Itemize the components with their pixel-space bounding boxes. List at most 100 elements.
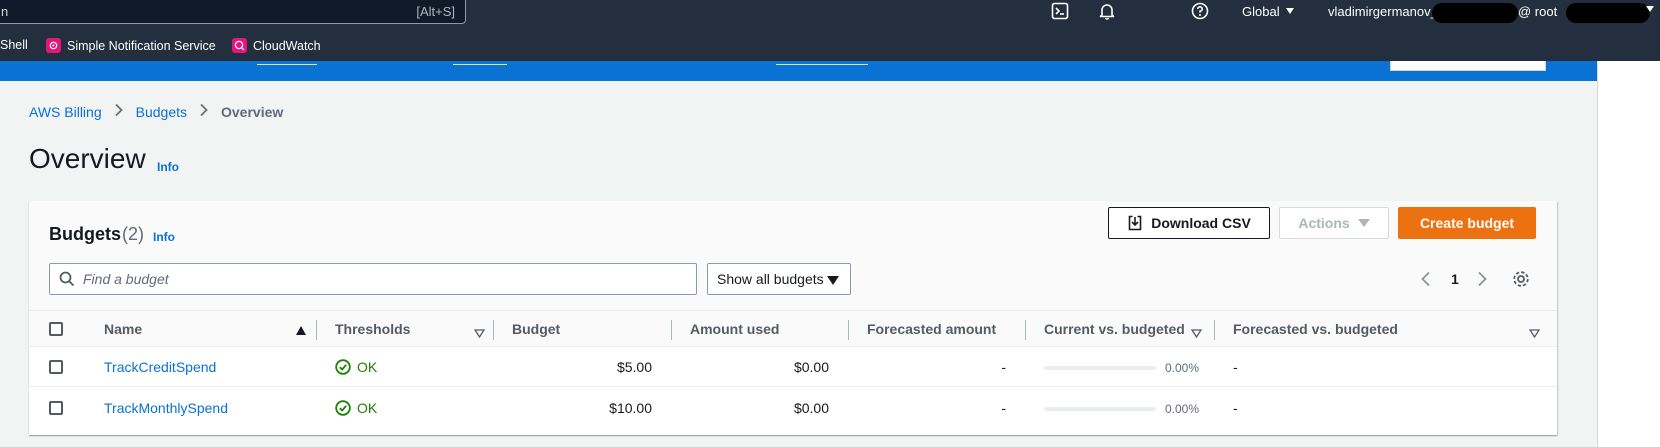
favorite-item-label: CloudWatch <box>253 38 321 53</box>
current-vs-budgeted-progress <box>1044 366 1156 370</box>
info-banner <box>0 61 1597 81</box>
forecasted-vs-budgeted: - <box>1233 359 1238 375</box>
sns-icon <box>46 38 61 53</box>
region-selector[interactable]: Global <box>1242 4 1294 19</box>
select-all-checkbox[interactable] <box>49 322 63 336</box>
help-icon[interactable] <box>1190 1 1212 23</box>
budget-filter-value: Show all budgets <box>717 271 824 287</box>
redacted-block <box>1432 3 1518 23</box>
row-checkbox[interactable] <box>49 360 63 374</box>
chevron-right-icon <box>199 103 209 120</box>
actions-label: Actions <box>1298 215 1350 231</box>
budgets-info-link[interactable]: Info <box>153 230 175 244</box>
column-header-forecasted-amount[interactable]: Forecasted amount <box>867 321 996 337</box>
download-icon <box>1127 215 1143 231</box>
budgets-table-container: Budgets (2) Info Download CSV Actions Cr… <box>29 201 1557 435</box>
column-header-amount-used[interactable]: Amount used <box>690 321 779 337</box>
column-divider[interactable] <box>493 320 494 340</box>
sort-ascending-icon[interactable] <box>296 326 306 335</box>
column-header-name[interactable]: Name <box>104 321 142 337</box>
budget-search-field[interactable] <box>49 263 697 295</box>
favorite-item-sns[interactable]: Simple Notification Service <box>46 38 216 53</box>
budget-search-input[interactable] <box>83 265 683 293</box>
column-divider[interactable] <box>1025 320 1026 340</box>
threshold-status-label: OK <box>357 359 378 375</box>
sort-toggle-icon[interactable] <box>1528 325 1541 341</box>
favorites-bar: Shell Simple Notification Service CloudW… <box>0 32 1660 61</box>
status-ok-icon <box>335 359 351 375</box>
favorite-item-cloudwatch[interactable]: CloudWatch <box>232 38 321 53</box>
budget-amount: $10.00 <box>609 400 652 416</box>
caret-down-icon <box>1357 219 1370 227</box>
budget-amount: $5.00 <box>616 359 652 375</box>
next-page-icon[interactable] <box>1475 271 1489 287</box>
threshold-status-label: OK <box>357 400 378 416</box>
sort-toggle-icon[interactable] <box>1190 325 1203 341</box>
threshold-status: OK <box>335 359 377 375</box>
search-text: n <box>1 4 9 19</box>
current-vs-budgeted-percent: 0.00% <box>1165 361 1200 375</box>
caret-down-icon <box>1285 8 1294 14</box>
banner-button[interactable] <box>1390 61 1546 71</box>
create-budget-label: Create budget <box>1419 215 1515 231</box>
current-vs-budgeted-percent: 0.00% <box>1165 402 1200 416</box>
download-csv-label: Download CSV <box>1151 215 1251 231</box>
notifications-bell-icon[interactable] <box>1097 1 1119 23</box>
breadcrumb: AWS Billing Budgets Overview <box>29 103 283 120</box>
cloudshell-icon[interactable] <box>1050 1 1072 23</box>
breadcrumb-current: Overview <box>221 103 284 120</box>
previous-page-icon[interactable] <box>1419 271 1433 287</box>
chevron-right-icon <box>114 103 124 120</box>
gear-icon[interactable] <box>1512 270 1530 291</box>
sort-toggle-icon[interactable] <box>473 325 486 341</box>
region-label: Global <box>1242 4 1280 19</box>
forecasted-amount: - <box>1001 359 1006 375</box>
table-header: Name Thresholds Budget Amount used Forec… <box>29 311 1557 347</box>
right-panel-gutter <box>1597 61 1660 447</box>
table-row: TrackMonthlySpend OK $10.00 $0.00 - 0.00… <box>29 388 1557 428</box>
caret-down-icon <box>827 276 839 285</box>
page-number[interactable]: 1 <box>1451 271 1459 287</box>
budget-name-link[interactable]: TrackCreditSpend <box>104 359 216 375</box>
column-header-budget[interactable]: Budget <box>512 321 560 337</box>
favorite-item-label: Simple Notification Service <box>67 38 216 53</box>
account-menu-caret-icon[interactable] <box>1646 2 1654 17</box>
page-title: Overview <box>29 143 146 174</box>
breadcrumb-budgets[interactable]: Budgets <box>136 104 187 120</box>
account-prefix[interactable]: @ root <box>1518 4 1557 19</box>
banner-link[interactable] <box>453 64 507 65</box>
budget-filter-select[interactable]: Show all budgets <box>707 263 851 295</box>
banner-link[interactable] <box>257 64 317 65</box>
column-header-forecasted-vs-budgeted[interactable]: Forecasted vs. budgeted <box>1233 321 1398 337</box>
budgets-count: (2) <box>122 224 144 244</box>
budget-name-link[interactable]: TrackMonthlySpend <box>104 400 228 416</box>
search-shortcut: [Alt+S] <box>416 4 455 19</box>
favorite-item-label: Shell <box>0 38 28 52</box>
favorite-item-shell[interactable]: Shell <box>0 38 28 52</box>
redacted-block <box>1566 3 1650 23</box>
column-header-current-vs-budgeted[interactable]: Current vs. budgeted <box>1044 321 1185 337</box>
page-info-link[interactable]: Info <box>157 160 179 174</box>
forecasted-amount: - <box>1001 400 1006 416</box>
cloudwatch-icon <box>232 38 247 53</box>
row-checkbox[interactable] <box>49 401 63 415</box>
breadcrumb-aws-billing[interactable]: AWS Billing <box>29 104 102 120</box>
table-row: TrackCreditSpend OK $5.00 $0.00 - 0.00% … <box>29 347 1557 387</box>
global-search[interactable]: n [Alt+S] <box>0 0 466 24</box>
download-csv-button[interactable]: Download CSV <box>1108 207 1270 239</box>
budgets-header: Budgets (2) Info Download CSV Actions Cr… <box>29 201 1557 311</box>
budgets-title: Budgets <box>49 224 121 244</box>
pagination: 1 <box>1419 263 1489 295</box>
threshold-status: OK <box>335 400 377 416</box>
search-icon <box>59 271 75 290</box>
column-divider[interactable] <box>316 320 317 340</box>
column-divider[interactable] <box>1214 320 1215 340</box>
actions-button[interactable]: Actions <box>1279 207 1389 239</box>
column-divider[interactable] <box>671 320 672 340</box>
column-header-thresholds[interactable]: Thresholds <box>335 321 410 337</box>
top-navigation: n [Alt+S] Global vladimirgermanov_ @ roo… <box>0 0 1660 32</box>
column-divider[interactable] <box>848 320 849 340</box>
create-budget-button[interactable]: Create budget <box>1398 207 1536 239</box>
account-username[interactable]: vladimirgermanov_ <box>1328 4 1438 19</box>
banner-link[interactable] <box>776 64 868 65</box>
